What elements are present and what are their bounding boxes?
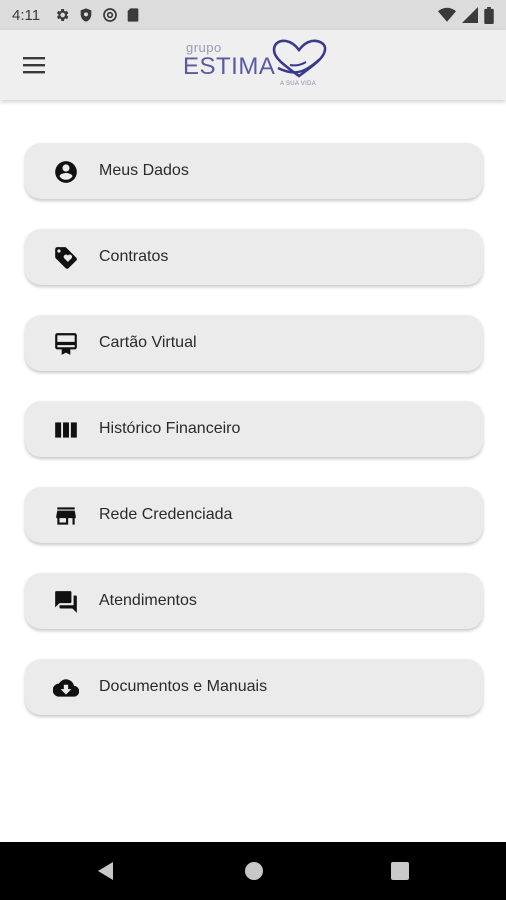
sd-card-icon xyxy=(127,8,139,22)
status-notification-icons xyxy=(54,7,140,23)
cloud-download-icon xyxy=(53,679,79,697)
settings-icon xyxy=(57,9,69,21)
menu-item-documentos-e-manuais[interactable]: Documentos e Manuais xyxy=(25,659,483,715)
menu-item-label: Meus Dados xyxy=(99,162,189,179)
hamburger-menu-button[interactable] xyxy=(22,54,48,76)
menu-item-historico-financeiro[interactable]: Histórico Financeiro xyxy=(25,401,483,457)
tag-icon xyxy=(55,247,77,269)
forum-icon xyxy=(55,591,77,613)
logo-estima-text: ESTIMA xyxy=(183,53,276,80)
recents-icon[interactable] xyxy=(389,860,411,882)
menu-item-label: Contratos xyxy=(99,248,169,265)
store-icon xyxy=(56,507,76,525)
wifi-icon xyxy=(438,7,456,22)
menu-item-meus-dados[interactable]: Meus Dados xyxy=(25,143,483,199)
back-icon[interactable] xyxy=(95,860,117,882)
menu-item-rede-credenciada[interactable]: Rede Credenciada xyxy=(25,487,483,543)
app-bar: grupo ESTIMA A SUA VIDA xyxy=(0,30,506,100)
system-nav-bar xyxy=(0,842,506,900)
menu-item-label: Cartão Virtual xyxy=(99,334,197,351)
hamburger-icon xyxy=(23,57,45,74)
grupo-estima-logo: grupo ESTIMA A SUA VIDA xyxy=(182,38,332,92)
signal-icon xyxy=(462,7,478,23)
account-circle-icon xyxy=(55,161,77,183)
status-system-icons xyxy=(438,6,494,24)
menu-item-label: Atendimentos xyxy=(99,592,197,609)
menu-item-contratos[interactable]: Contratos xyxy=(25,229,483,285)
battery-icon xyxy=(484,6,494,24)
heart-hand-icon xyxy=(272,39,327,78)
columns-icon xyxy=(55,422,77,438)
shield-icon xyxy=(80,8,92,22)
menu-item-atendimentos[interactable]: Atendimentos xyxy=(25,573,483,629)
menu-item-label: Documentos e Manuais xyxy=(99,678,268,695)
status-bar: 4:11 xyxy=(0,0,506,30)
menu-item-cartao-virtual[interactable]: Cartão Virtual xyxy=(25,315,483,371)
logo-subtitle: A SUA VIDA xyxy=(280,81,317,87)
menu-item-label: Rede Credenciada xyxy=(99,506,233,523)
at-sign-icon xyxy=(103,8,117,22)
status-time: 4:11 xyxy=(12,6,41,24)
home-icon[interactable] xyxy=(243,860,265,882)
card-membership-icon xyxy=(55,333,77,355)
menu-item-label: Histórico Financeiro xyxy=(99,420,241,437)
